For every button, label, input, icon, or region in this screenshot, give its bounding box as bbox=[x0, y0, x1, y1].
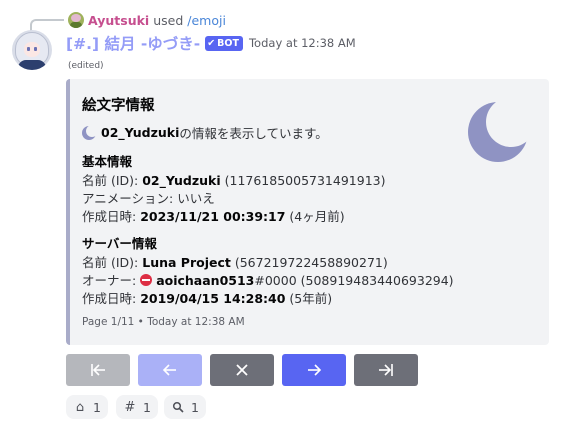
reaction-count: 1 bbox=[93, 399, 101, 415]
magnifier-icon bbox=[171, 401, 185, 413]
reaction-magnifier[interactable]: 1 bbox=[164, 395, 206, 419]
reply-avatar[interactable] bbox=[68, 12, 84, 28]
reply-header[interactable]: Ayutsuki used /emoji bbox=[68, 12, 226, 28]
basic-name-id: (1176185005731491913) bbox=[220, 173, 386, 188]
owner-id: (508919483440693294) bbox=[296, 273, 454, 288]
animated-value: いいえ bbox=[177, 191, 215, 206]
bot-username[interactable]: [#.] 結月 -ゆづき- bbox=[66, 32, 200, 54]
embed-footer: Page 1/11 • Today at 12:38 AM bbox=[82, 316, 245, 328]
embed-card: 絵文字情報 02_Yudzuki の情報を表示しています。 基本情報 名前 (I… bbox=[66, 79, 549, 345]
verified-check-icon: ✔ bbox=[207, 37, 216, 49]
owner-label: オーナー: bbox=[82, 273, 141, 288]
next-page-button[interactable] bbox=[282, 354, 346, 386]
reaction-house[interactable]: ⌂ 1 bbox=[66, 395, 108, 419]
basic-name-label: 名前 (ID): bbox=[82, 173, 143, 188]
arrow-left-icon bbox=[162, 364, 176, 376]
basic-animated-line: アニメーション: いいえ bbox=[82, 188, 215, 207]
server-info-heading: サーバー情報 bbox=[82, 236, 157, 251]
basic-info-heading: 基本情報 bbox=[82, 154, 133, 169]
emoji-name: 02_Yudzuki bbox=[101, 125, 180, 140]
bot-avatar[interactable] bbox=[12, 30, 52, 70]
moon-emoji-icon bbox=[82, 124, 98, 140]
message-timestamp[interactable]: Today at 12:38 AM bbox=[249, 36, 356, 50]
basic-created-line: 作成日時: 2023/11/21 00:39:17 (4ヶ月前) bbox=[82, 206, 345, 225]
edited-marker: (edited) bbox=[68, 61, 104, 71]
basic-created-value: 2023/11/21 00:39:17 bbox=[140, 209, 286, 224]
last-page-icon bbox=[379, 364, 393, 376]
server-name-line: 名前 (ID): Luna Project (56721972245889027… bbox=[82, 252, 388, 271]
server-name-id: (567219722458890271) bbox=[230, 255, 388, 270]
server-created-line: 作成日時: 2019/04/15 14:28:40 (5年前) bbox=[82, 288, 332, 307]
message-header: [#.] 結月 -ゆづき- ✔ BOT Today at 12:38 AM bbox=[66, 33, 356, 53]
hash-icon: # bbox=[124, 399, 136, 415]
basic-name-line: 名前 (ID): 02_Yudzuki (1176185005731491913… bbox=[82, 170, 385, 189]
basic-created-relative: (4ヶ月前) bbox=[285, 209, 345, 224]
server-created-label: 作成日時: bbox=[82, 291, 141, 306]
bot-tag-label: BOT bbox=[217, 37, 239, 49]
server-created-relative: (5年前) bbox=[285, 291, 333, 306]
embed-title: 絵文字情報 bbox=[82, 98, 155, 114]
server-owner-line: オーナー: aoichaan0513#0000 (508919483440693… bbox=[82, 270, 454, 289]
last-page-button[interactable] bbox=[354, 354, 418, 386]
house-icon: ⌂ bbox=[75, 399, 85, 415]
owner-username[interactable]: aoichaan0513 bbox=[156, 273, 254, 288]
server-name-value: Luna Project bbox=[142, 255, 231, 270]
reaction-hash[interactable]: # 1 bbox=[116, 395, 158, 419]
crescent-moon-thumbnail[interactable] bbox=[466, 100, 530, 164]
close-icon bbox=[236, 364, 248, 376]
reply-username[interactable]: Ayutsuki bbox=[88, 13, 149, 28]
reply-command[interactable]: /emoji bbox=[187, 13, 226, 28]
basic-name-value: 02_Yudzuki bbox=[142, 173, 221, 188]
first-page-button[interactable] bbox=[66, 354, 130, 386]
animated-label: アニメーション: bbox=[82, 191, 178, 206]
embed-description: 02_Yudzuki の情報を表示しています。 bbox=[82, 123, 328, 142]
no-entry-icon bbox=[140, 274, 153, 286]
basic-created-label: 作成日時: bbox=[82, 209, 141, 224]
server-created-value: 2019/04/15 14:28:40 bbox=[140, 291, 286, 306]
reaction-count: 1 bbox=[143, 399, 151, 415]
reply-used-text: used bbox=[153, 12, 184, 28]
arrow-right-icon bbox=[308, 364, 322, 376]
previous-page-button[interactable] bbox=[138, 354, 202, 386]
close-button[interactable] bbox=[210, 354, 274, 386]
reaction-count: 1 bbox=[191, 399, 199, 415]
bot-tag: ✔ BOT bbox=[205, 35, 243, 51]
server-name-label: 名前 (ID): bbox=[82, 255, 143, 270]
first-page-icon bbox=[91, 364, 105, 376]
description-text: の情報を表示しています。 bbox=[179, 126, 328, 141]
owner-discriminator: #0000 bbox=[254, 273, 297, 288]
reply-connector bbox=[30, 19, 64, 31]
